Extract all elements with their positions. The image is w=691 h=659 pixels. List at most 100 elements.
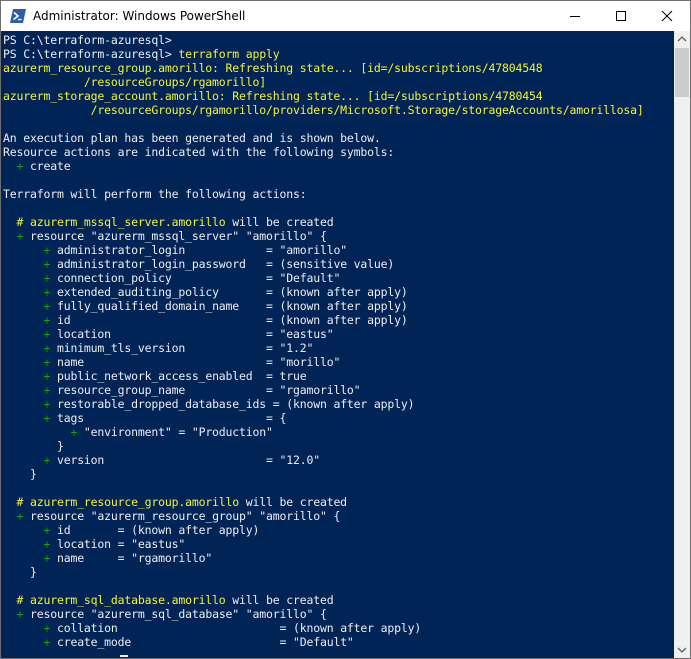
- console-text: azurerm_storage_account.amorillo: Refres…: [3, 89, 543, 103]
- console-text: restorable_dropped_database_ids = (known…: [50, 397, 415, 411]
- minimize-button[interactable]: [552, 1, 598, 31]
- powershell-window: Administrator: Windows PowerShell PS C:\…: [0, 0, 691, 659]
- console-line: + id = (known after apply): [3, 523, 644, 537]
- console-text: }: [3, 467, 37, 481]
- title-bar[interactable]: Administrator: Windows PowerShell: [1, 1, 690, 31]
- window-title: Administrator: Windows PowerShell: [33, 9, 246, 23]
- console-line: + resource_group_name = "rgamorillo": [3, 383, 644, 397]
- close-button[interactable]: [644, 1, 690, 31]
- console-lines: PS C:\terraform-azuresql> PS C:\terraform…: [3, 33, 644, 649]
- console-output[interactable]: PS C:\terraform-azuresql> PS C:\terraform…: [1, 31, 674, 658]
- console-text: }: [3, 439, 64, 453]
- console-line: /resourceGroups/rgamorillo/providers/Mic…: [3, 103, 644, 117]
- console-text: create: [23, 159, 71, 173]
- console-line: + administrator_login_password = (sensit…: [3, 257, 644, 271]
- console-line: # azurerm_mssql_server.amorillo will be …: [3, 215, 644, 229]
- console-text: minimum_tls_version = "1.2": [50, 341, 314, 355]
- console-line: + minimum_tls_version = "1.2": [3, 341, 644, 355]
- scroll-down-button[interactable]: [674, 641, 690, 658]
- console-text: terraform apply: [178, 47, 280, 61]
- console-line: + tags = {: [3, 411, 644, 425]
- console-line: + name = "rgamorillo": [3, 551, 644, 565]
- console-text: administrator_login = "amorillo": [50, 243, 347, 257]
- text-cursor: [120, 655, 128, 657]
- console-line: azurerm_storage_account.amorillo: Refres…: [3, 89, 644, 103]
- console-text: name = "morillo": [50, 355, 341, 369]
- console-text: /resourceGroups/rgamorillo/providers/Mic…: [3, 103, 644, 117]
- console-line: }: [3, 439, 644, 453]
- console-text: public_network_access_enabled = true: [50, 369, 307, 383]
- console-text: # azurerm_sql_database.amorillo: [3, 593, 226, 607]
- console-text: azurerm_resource_group.amorillo: Refresh…: [3, 61, 543, 75]
- scrollbar-thumb[interactable]: [675, 48, 689, 97]
- console-text: name = "rgamorillo": [50, 551, 213, 565]
- console-text: PS C:\terraform-azuresql>: [3, 47, 179, 61]
- console-text: An execution plan has been generated and…: [3, 131, 381, 145]
- console-line: + create: [3, 159, 644, 173]
- console-line: + "environment" = "Production": [3, 425, 644, 439]
- console-line: }: [3, 467, 644, 481]
- console-text: id = (known after apply): [50, 313, 408, 327]
- console-line: PS C:\terraform-azuresql>: [3, 33, 644, 47]
- console-line: # azurerm_resource_group.amorillo will b…: [3, 495, 644, 509]
- powershell-icon[interactable]: [10, 9, 26, 23]
- console-text: will be created: [239, 495, 347, 509]
- console-text: "environment" = "Production": [77, 425, 273, 439]
- console-line: + extended_auditing_policy = (known afte…: [3, 285, 644, 299]
- console-line: Terraform will perform the following act…: [3, 187, 644, 201]
- close-icon: [661, 10, 673, 22]
- maximize-icon: [616, 11, 626, 21]
- console-text: will be created: [225, 215, 334, 229]
- console-line: Resource actions are indicated with the …: [3, 145, 644, 159]
- console-text: create_mode = "Default": [50, 635, 354, 649]
- console-text: resource "azurerm_resource_group" "amori…: [23, 509, 341, 523]
- console-line: + name = "morillo": [3, 355, 644, 369]
- console-line: + restorable_dropped_database_ids = (kno…: [3, 397, 644, 411]
- console-text: connection_policy = "Default": [50, 271, 341, 285]
- console-line: + resource "azurerm_sql_database" "amori…: [3, 607, 644, 621]
- console-text: resource "azurerm_sql_database" "amorill…: [23, 607, 327, 621]
- console-line: }: [3, 565, 644, 579]
- console-text: /resourceGroups/rgamorillo]: [3, 75, 267, 89]
- maximize-button[interactable]: [598, 1, 644, 31]
- console-line: + id = (known after apply): [3, 313, 644, 327]
- console-line: + version = "12.0": [3, 453, 644, 467]
- scroll-up-arrow-icon: [677, 36, 687, 42]
- console-line: + resource "azurerm_mssql_server" "amori…: [3, 229, 644, 243]
- console-text: version = "12.0": [50, 453, 320, 467]
- console-text: PS C:\terraform-azuresql>: [3, 33, 172, 47]
- console-line: + public_network_access_enabled = true: [3, 369, 644, 383]
- console-line: + create_mode = "Default": [3, 635, 644, 649]
- console-text: collation = (known after apply): [50, 621, 422, 635]
- console-line: + administrator_login = "amorillo": [3, 243, 644, 257]
- vertical-scrollbar[interactable]: [674, 31, 690, 658]
- console-text: id = (known after apply): [50, 523, 260, 537]
- console-line: + connection_policy = "Default": [3, 271, 644, 285]
- scroll-up-button[interactable]: [674, 31, 690, 48]
- console-text: resource "azurerm_mssql_server" "amorill…: [23, 229, 327, 243]
- console-text: fully_qualified_domain_name = (known aft…: [50, 299, 408, 313]
- console-line: + location = "eastus": [3, 537, 644, 551]
- console-text: tags = {: [50, 411, 287, 425]
- console-line: + fully_qualified_domain_name = (known a…: [3, 299, 644, 313]
